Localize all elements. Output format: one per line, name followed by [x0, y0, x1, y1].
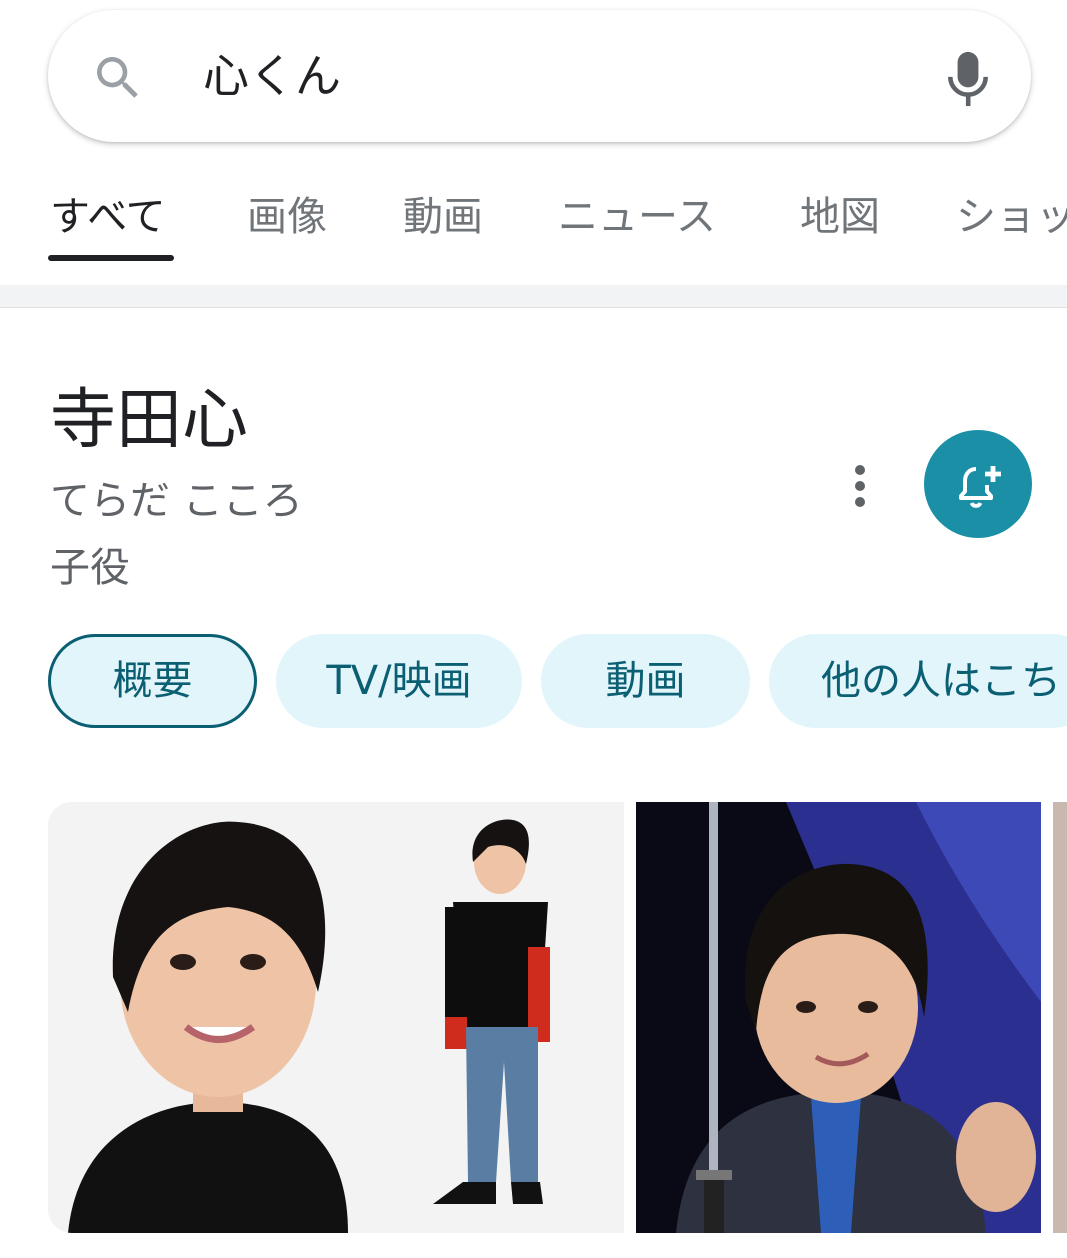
- active-tab-indicator: [48, 255, 174, 261]
- tab-images[interactable]: 画像: [247, 190, 327, 244]
- image-thumbnail-3[interactable]: [1053, 802, 1067, 1233]
- chip-overview[interactable]: 概要: [48, 634, 257, 728]
- entity-chips: 概要 TV/映画 動画 他の人はこち: [0, 632, 1067, 732]
- boy-with-sword-image: [636, 802, 1041, 1233]
- image-carousel: [48, 802, 1067, 1235]
- chip-videos[interactable]: 動画: [541, 634, 750, 728]
- chip-people-also-search[interactable]: 他の人はこち: [769, 634, 1067, 728]
- search-tabs: すべて 画像 動画 ニュース 地図 ショッ: [0, 160, 1067, 270]
- tab-videos[interactable]: 動画: [403, 190, 483, 244]
- search-input[interactable]: 心くん: [203, 46, 341, 106]
- tab-news[interactable]: ニュース: [558, 190, 716, 244]
- entity-reading: てらだ こころ: [50, 478, 303, 524]
- entity-title: 寺田心: [50, 381, 248, 458]
- entity-type: 子役: [50, 545, 130, 591]
- section-divider: [0, 285, 1067, 308]
- tab-shopping[interactable]: ショッ: [956, 190, 1067, 244]
- image-thumbnail-2[interactable]: [636, 802, 1041, 1233]
- search-icon[interactable]: [90, 50, 146, 106]
- mic-icon[interactable]: [943, 46, 993, 112]
- follow-button[interactable]: [924, 430, 1032, 538]
- tab-all[interactable]: すべて: [50, 190, 166, 244]
- image-thumbnail-1[interactable]: [48, 802, 624, 1233]
- search-bar[interactable]: 心くん: [48, 10, 1031, 142]
- chip-tv-movies[interactable]: TV/映画: [276, 634, 522, 728]
- more-vert-icon[interactable]: [840, 460, 880, 510]
- boy-portrait-image: [48, 802, 624, 1233]
- tab-maps[interactable]: 地図: [800, 190, 880, 244]
- bell-plus-icon: [959, 466, 1001, 508]
